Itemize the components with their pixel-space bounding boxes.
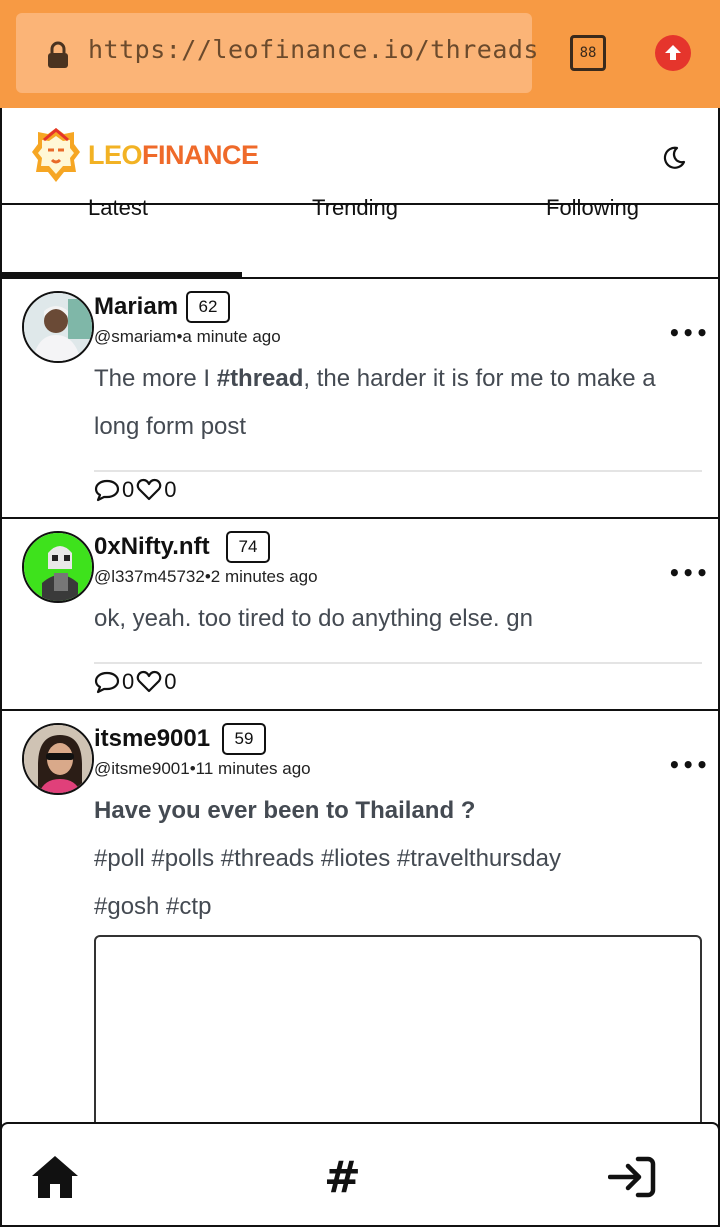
tab-trending[interactable]: Trending xyxy=(312,195,398,221)
post-body: The more I #thread, the harder it is for… xyxy=(94,355,674,451)
author-name[interactable]: itsme9001 xyxy=(94,725,210,753)
post-meta: @l337m45732•2 minutes ago xyxy=(94,567,318,587)
logo-finance-text: FINANCE xyxy=(142,139,259,170)
reputation-badge: 74 xyxy=(226,531,270,563)
comment-count: 0 xyxy=(122,477,135,502)
comment-count: 0 xyxy=(122,669,135,694)
hashtag-line[interactable]: #poll #polls #threads #liotes #travelthu… xyxy=(94,835,561,883)
divider xyxy=(94,470,702,472)
more-options-icon[interactable]: ••• xyxy=(668,561,709,585)
post-time: a minute ago xyxy=(182,327,281,346)
hashtag-icon[interactable]: # xyxy=(324,1152,361,1203)
home-icon[interactable] xyxy=(30,1154,80,1204)
author-handle[interactable]: @l337m45732 xyxy=(94,567,205,586)
avatar[interactable] xyxy=(22,531,94,603)
feed-tabs: Latest Trending Following xyxy=(0,195,720,279)
thread-post: Mariam 62 @smariam•a minute ago ••• The … xyxy=(0,279,720,519)
comment-icon[interactable] xyxy=(94,478,120,502)
like-count: 0 xyxy=(164,477,177,502)
author-handle[interactable]: @itsme9001 xyxy=(94,759,190,778)
heart-icon[interactable] xyxy=(136,670,162,694)
tab-following[interactable]: Following xyxy=(546,195,639,221)
post-meta: @smariam•a minute ago xyxy=(94,327,281,347)
reputation-badge: 59 xyxy=(222,723,266,755)
more-options-icon[interactable]: ••• xyxy=(668,321,709,345)
hashtag-link[interactable]: #thread xyxy=(217,365,304,392)
thread-post: 0xNifty.nft 74 @l337m45732•2 minutes ago… xyxy=(0,519,720,711)
post-actions: 0 0 xyxy=(94,669,179,695)
divider xyxy=(94,662,702,664)
reputation-badge: 62 xyxy=(186,291,230,323)
post-time: 11 minutes ago xyxy=(195,759,311,778)
post-time: 2 minutes ago xyxy=(210,567,318,586)
site-header: LEOFINANCE xyxy=(0,108,720,205)
avatar[interactable] xyxy=(22,291,94,363)
avatar[interactable] xyxy=(22,723,94,795)
tab-latest[interactable]: Latest xyxy=(88,195,148,221)
url-text: https://leofinance.io/threads xyxy=(88,35,539,64)
comment-icon[interactable] xyxy=(94,670,120,694)
poll-question: Have you ever been to Thailand ? xyxy=(94,797,476,824)
post-text: The more I xyxy=(94,365,217,392)
lion-logo-icon xyxy=(32,128,80,182)
upload-icon[interactable] xyxy=(655,35,691,71)
author-handle[interactable]: @smariam xyxy=(94,327,176,346)
bottom-navigation: # xyxy=(0,1122,720,1227)
logo-leo-text: LEO xyxy=(88,139,143,170)
browser-toolbar: https://leofinance.io/threads 88 xyxy=(0,0,720,108)
post-body: ok, yeah. too tired to do anything else.… xyxy=(94,605,533,632)
post-actions: 0 0 xyxy=(94,477,179,503)
author-name[interactable]: 0xNifty.nft xyxy=(94,533,210,561)
hashtag-line[interactable]: #gosh #ctp xyxy=(94,883,211,931)
login-icon[interactable] xyxy=(607,1156,656,1202)
lock-icon xyxy=(46,41,70,73)
more-options-icon[interactable]: ••• xyxy=(668,753,709,777)
dark-mode-moon-icon[interactable] xyxy=(662,146,686,174)
like-count: 0 xyxy=(164,669,177,694)
post-meta: @itsme9001•11 minutes ago xyxy=(94,759,311,779)
leofinance-logo[interactable]: LEOFINANCE xyxy=(30,126,259,184)
heart-icon[interactable] xyxy=(136,478,162,502)
author-name[interactable]: Mariam xyxy=(94,293,178,321)
tab-switcher-button[interactable]: 88 xyxy=(570,35,606,71)
address-bar[interactable]: https://leofinance.io/threads xyxy=(16,13,539,93)
active-tab-indicator xyxy=(2,272,242,277)
